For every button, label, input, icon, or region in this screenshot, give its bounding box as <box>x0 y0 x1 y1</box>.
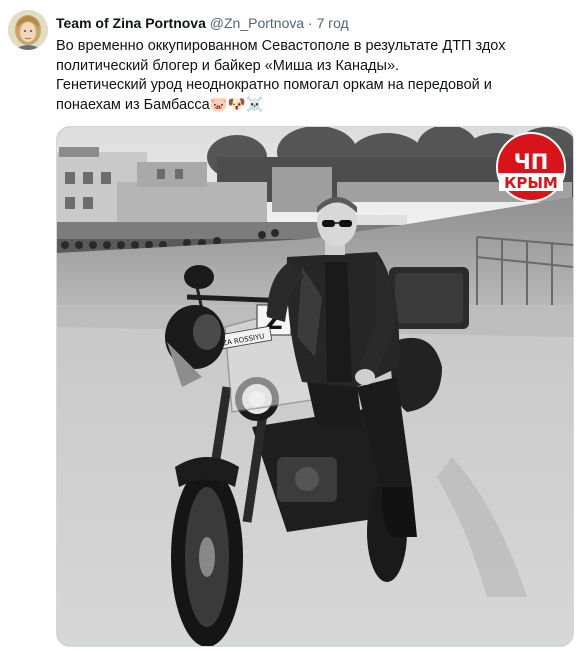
tweet-text-line-1: Во временно оккупированном Севастополе в… <box>56 38 506 54</box>
tweet-text-line-3: Генетический урод неоднократно помогал о… <box>56 77 492 93</box>
tweet-media-photo[interactable]: Z ZA ROSSIYU ЧП КРЫМ <box>56 126 574 647</box>
logo-bottom-text: КРЫМ <box>504 174 558 192</box>
tweet-text-line-2: политический блогер и байкер «Миша из Ка… <box>56 57 400 74</box>
avatar-portrait-icon <box>8 10 48 50</box>
tweet-card[interactable]: Team of Zina Portnova @Zn_Portnova · 7 г… <box>0 0 579 650</box>
motorcyclist-photo: Z ZA ROSSIYU ЧП КРЫМ <box>57 127 573 646</box>
tweet-text-line-4-text: понаехам из Бамбасса <box>56 96 210 113</box>
avatar[interactable] <box>8 10 48 50</box>
tweet-header: Team of Zina Portnova @Zn_Portnova · 7 г… <box>56 14 569 32</box>
chp-krym-logo: ЧП КРЫМ <box>496 132 566 202</box>
tweet-timestamp[interactable]: 7 год <box>317 15 349 31</box>
separator-dot: · <box>308 15 313 31</box>
display-name[interactable]: Team of Zina Portnova <box>56 15 206 31</box>
emoji-group: 🐷🐶☠️ <box>209 96 264 113</box>
tweet-text-line-4: понаехам из Бамбасса🐷🐶☠️ <box>56 96 556 116</box>
user-handle[interactable]: @Zn_Portnova <box>210 15 304 31</box>
tweet-text: Во временно оккупированном Севастополе в… <box>56 37 556 115</box>
logo-top-text: ЧП <box>514 150 549 174</box>
